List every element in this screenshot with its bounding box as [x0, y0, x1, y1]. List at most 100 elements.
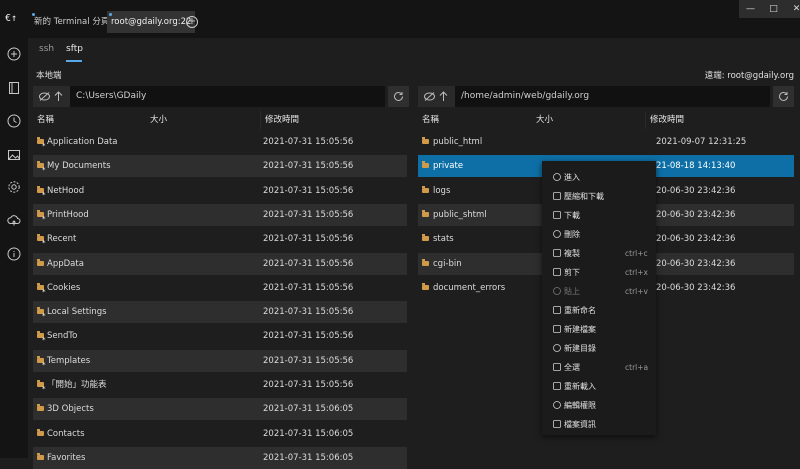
folder-icon — [37, 404, 44, 412]
remote-refresh-button[interactable] — [773, 86, 794, 107]
table-row[interactable]: * Application Data 2021-07-31 15:05:56 — [33, 131, 407, 153]
file-modified: 2021-07-31 15:05:56 — [263, 380, 354, 390]
sidebar: €↑ — [0, 0, 28, 458]
table-row[interactable]: AppData 2021-07-31 15:05:56 — [33, 252, 407, 275]
file-modified: 2021-07-31 15:05:56 — [263, 258, 354, 269]
remote-col-modified[interactable]: 修改時間 — [645, 111, 800, 129]
context-menu-item[interactable]: 下載 — [542, 206, 656, 225]
subtab-sftp[interactable]: sftp — [66, 44, 83, 54]
table-row[interactable]: * Templates 2021-07-31 15:05:56 — [33, 349, 407, 372]
subtab-ssh[interactable]: ssh — [39, 44, 54, 54]
context-menu-item[interactable]: 重新命名 — [542, 301, 656, 320]
folder-icon — [37, 258, 44, 266]
file-modified: 2021-07-31 15:05:56 — [263, 331, 354, 342]
shortcut-mark: * — [42, 190, 46, 199]
close-button[interactable]: ✕ — [785, 0, 800, 18]
tab-root-gdaily[interactable]: root@gdaily.org:22 — [107, 11, 196, 33]
gear-icon[interactable] — [7, 180, 21, 194]
menu-item-label: 重新命名 — [564, 306, 596, 315]
image-icon[interactable] — [7, 148, 21, 162]
file-modified: 2021-07-31 15:05:56 — [263, 282, 354, 293]
table-row[interactable]: * PrintHood 2021-07-31 15:05:56 — [33, 203, 407, 226]
menu-item-label: 複製 — [564, 249, 580, 258]
eye-off-icon[interactable] — [424, 92, 435, 101]
table-row[interactable]: public_html 2021-09-07 12:31:25 — [418, 131, 794, 153]
refresh-icon — [779, 91, 788, 101]
remote-col-name[interactable]: 名稱 — [422, 111, 439, 129]
table-row[interactable]: * Local Settings 2021-07-31 15:05:56 — [33, 301, 407, 324]
context-menu-item[interactable]: 重新載入 — [542, 377, 656, 396]
file-modified: 2021-07-31 15:05:56 — [263, 185, 354, 196]
maximize-button[interactable]: □ — [762, 0, 785, 18]
file-name: document_errors — [433, 282, 506, 293]
local-path-controls — [33, 86, 70, 107]
table-row[interactable]: * Cookies 2021-07-31 15:05:56 — [33, 277, 407, 299]
shortcut-mark: * — [42, 312, 46, 321]
menu-item-label: 剪下 — [564, 268, 580, 277]
remote-col-size[interactable]: 大小 — [536, 111, 553, 129]
notebook-icon[interactable] — [7, 81, 21, 95]
context-menu-item[interactable]: 新建檔案 — [542, 320, 656, 339]
file-modified: 2021-07-31 15:05:56 — [263, 234, 354, 245]
arrow-up-icon[interactable] — [439, 91, 448, 102]
folder-icon — [422, 209, 429, 217]
file-name: 「開始」功能表 — [47, 380, 107, 390]
context-menu-item[interactable]: 壓縮和下載 — [542, 187, 656, 206]
shortcut-mark: * — [42, 214, 46, 223]
eye-off-icon[interactable] — [39, 92, 50, 101]
shortcut-mark: * — [42, 287, 46, 296]
file-modified: 2021-07-31 15:06:05 — [263, 404, 354, 415]
reload-icon — [553, 382, 561, 390]
table-row[interactable]: Contacts 2021-07-31 15:06:05 — [33, 423, 407, 445]
clock-icon[interactable] — [7, 114, 21, 128]
table-row[interactable]: * SendTo 2021-07-31 15:05:56 — [33, 325, 407, 347]
cloud-icon[interactable] — [7, 213, 21, 227]
context-menu-item[interactable]: 新建目錄 — [542, 339, 656, 358]
new-file-icon — [553, 325, 561, 333]
table-row[interactable]: * 「開始」功能表 2021-07-31 15:05:56 — [33, 374, 407, 396]
context-menu-item[interactable]: 複製 ctrl+c — [542, 244, 656, 263]
menu-item-label: 重新載入 — [564, 382, 596, 391]
plus-circle-icon[interactable] — [7, 47, 21, 61]
remote-path-controls — [418, 86, 455, 107]
file-modified: 20-06-30 23:42:36 — [656, 209, 736, 220]
minimize-button[interactable]: — — [739, 0, 762, 18]
shortcut-mark: * — [42, 142, 46, 150]
folder-icon — [422, 282, 429, 290]
table-row[interactable]: * Recent 2021-07-31 15:05:56 — [33, 228, 407, 250]
arrow-up-icon[interactable] — [54, 91, 63, 102]
local-path-bar: C:\Users\GDaily — [33, 86, 385, 107]
file-name: Cookies — [47, 282, 81, 293]
table-row[interactable]: 3D Objects 2021-07-31 15:06:05 — [33, 398, 407, 421]
context-menu-item[interactable]: 刪除 — [542, 225, 656, 244]
table-row[interactable]: * My Documents 2021-07-31 15:05:56 — [33, 155, 407, 178]
title-bar: 新的 Terminal 分頁 root@gdaily.org:22 + — □ … — [28, 0, 800, 38]
context-menu-item[interactable]: 全選 ctrl+a — [542, 358, 656, 377]
local-path-input[interactable]: C:\Users\GDaily — [76, 86, 146, 107]
download-icon — [553, 211, 561, 219]
folder-icon — [422, 185, 429, 193]
local-col-size[interactable]: 大小 — [150, 111, 167, 129]
file-name: Local Settings — [47, 307, 107, 318]
app-logo: €↑ — [5, 13, 18, 24]
file-modified: 2021-07-31 15:05:56 — [263, 161, 354, 172]
local-col-name[interactable]: 名稱 — [37, 111, 54, 129]
local-refresh-button[interactable] — [388, 86, 409, 107]
folder-icon — [37, 452, 44, 460]
local-col-modified[interactable]: 修改時間 — [260, 111, 412, 129]
context-menu-item[interactable]: 進入 — [542, 168, 656, 187]
delete-icon — [553, 230, 561, 238]
context-menu-item[interactable]: 編輯權限 — [542, 396, 656, 415]
context-menu-item[interactable]: 檔案資訊 — [542, 415, 656, 434]
menu-item-label: 檔案資訊 — [564, 420, 596, 429]
info-icon[interactable] — [7, 247, 21, 261]
file-modified: 20-06-30 23:42:36 — [656, 258, 736, 269]
context-menu-item[interactable]: 剪下 ctrl+x — [542, 263, 656, 282]
file-modified: 21-08-18 14:13:40 — [656, 161, 736, 172]
remote-path-input[interactable]: /home/admin/web/gdaily.org — [461, 86, 589, 107]
tab-new-terminal[interactable]: 新的 Terminal 分頁 — [30, 11, 113, 33]
table-row[interactable]: * NetHood 2021-07-31 15:05:56 — [33, 180, 407, 202]
file-name: AppData — [47, 258, 84, 269]
copy-icon — [553, 249, 561, 257]
add-tab-icon[interactable]: + — [186, 16, 198, 28]
